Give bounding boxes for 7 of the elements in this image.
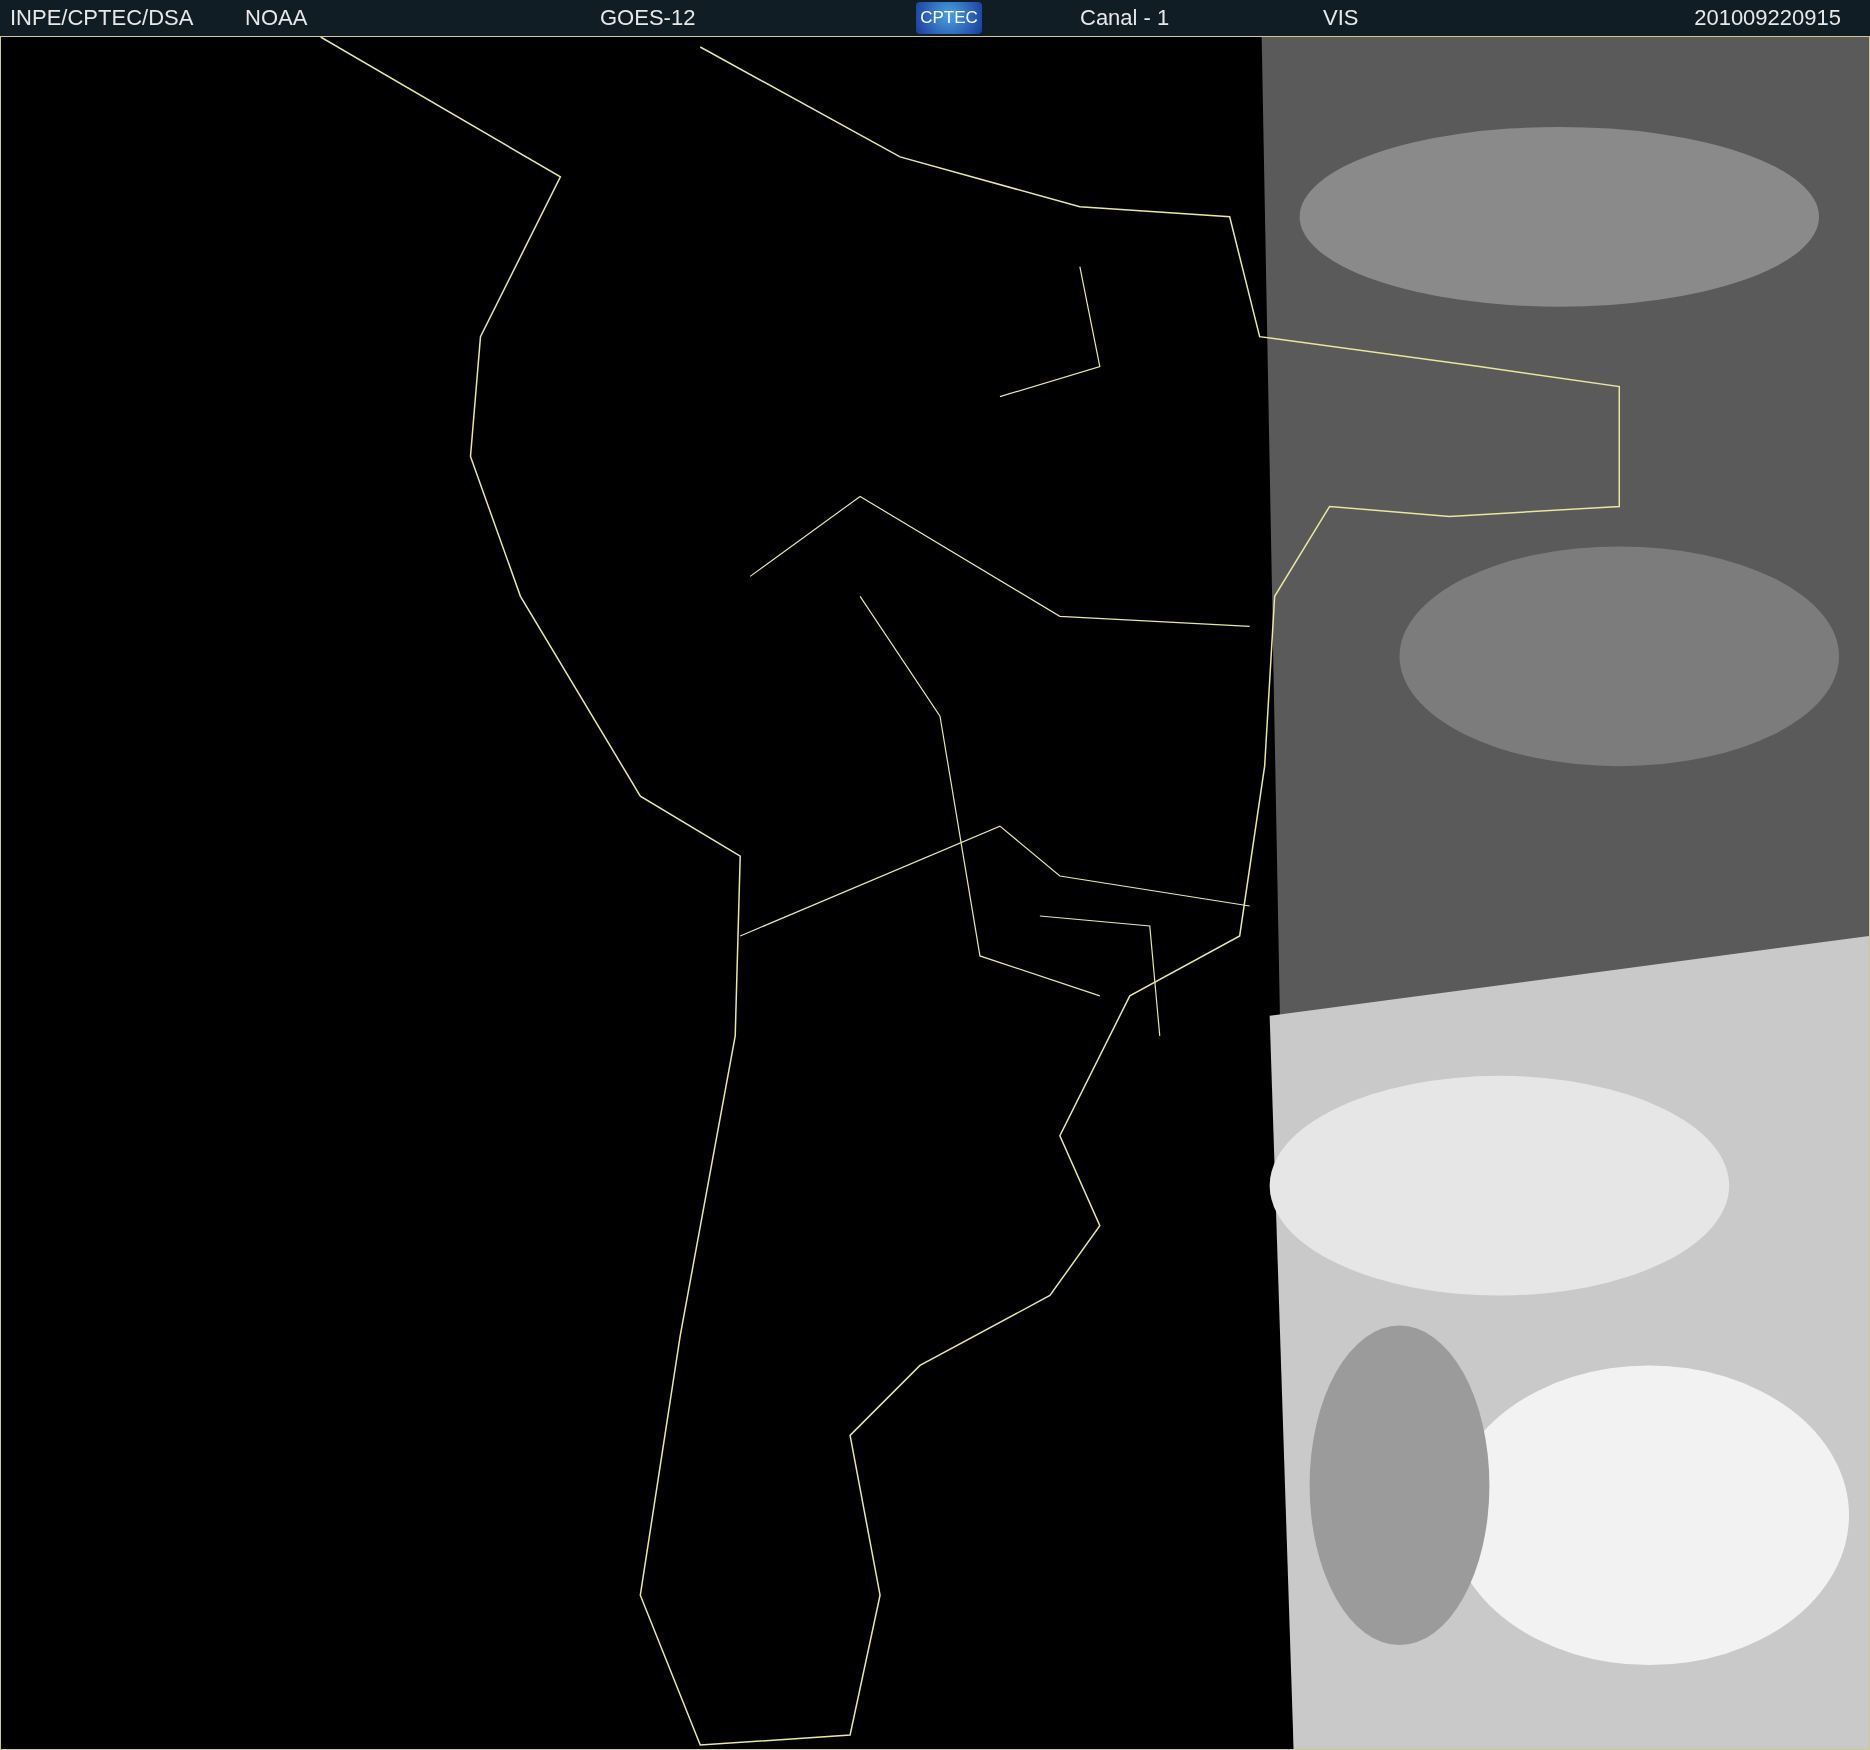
logo: CPTEC [916, 2, 982, 34]
timestamp-label: 201009220915 [1694, 5, 1841, 31]
channel-label: Canal - 1 [1080, 5, 1171, 31]
satellite-label: GOES-12 [600, 5, 697, 31]
band-label: VIS [1323, 5, 1360, 31]
agency-label: NOAA [245, 5, 309, 31]
source-label: INPE/CPTEC/DSA [10, 5, 195, 31]
